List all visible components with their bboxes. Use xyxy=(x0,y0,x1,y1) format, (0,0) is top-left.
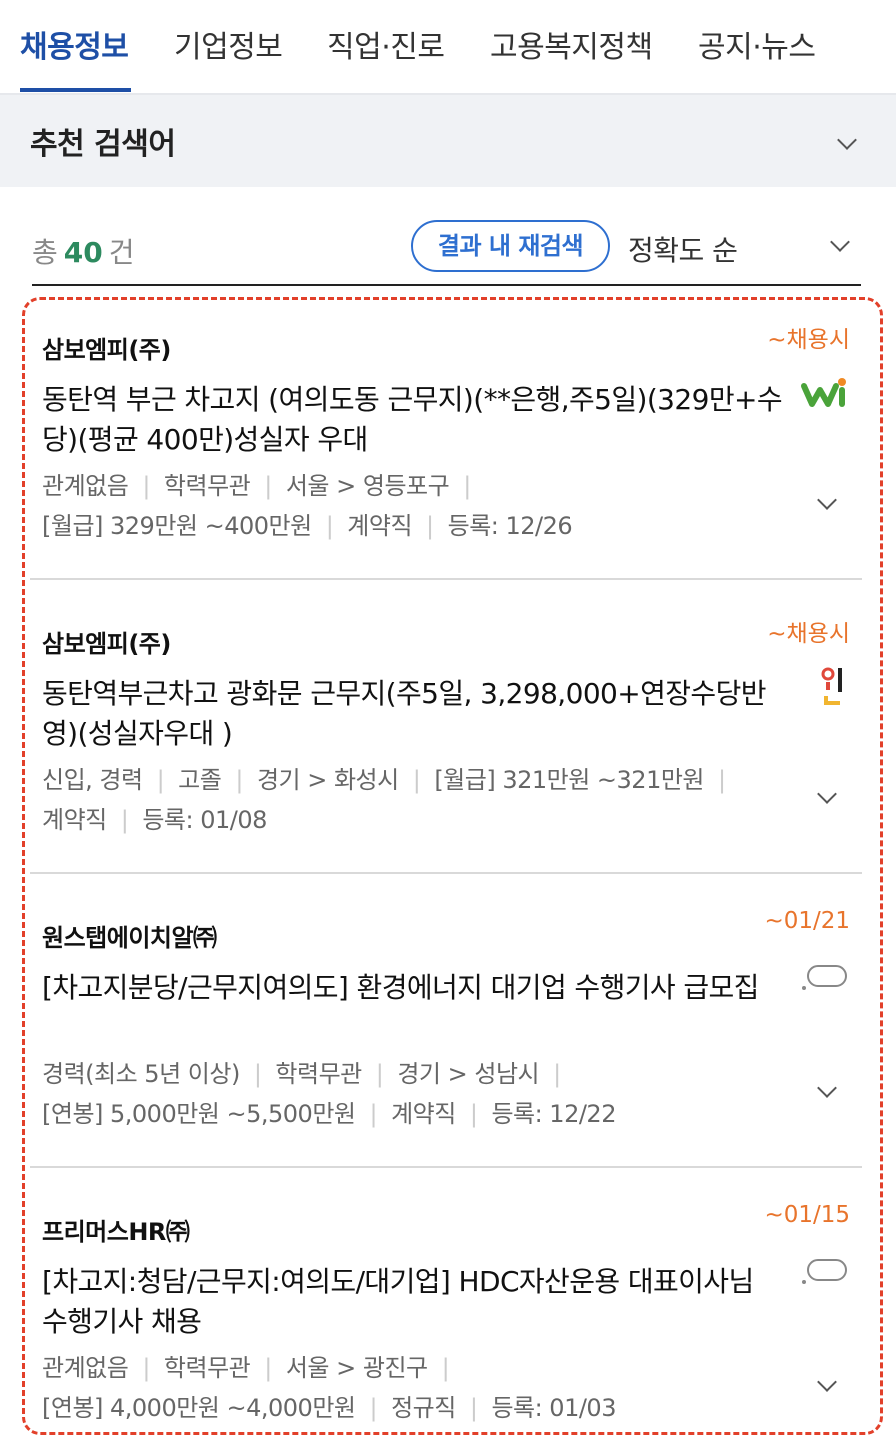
registration-date: 등록: 12/22 xyxy=(491,1100,616,1128)
chevron-down-icon[interactable] xyxy=(817,490,837,510)
sort-select[interactable]: 정확도 순 xyxy=(628,229,738,269)
registration-date: 등록: 01/03 xyxy=(491,1394,616,1422)
total-prefix: 총 xyxy=(32,236,58,269)
job-list-item[interactable]: 프리머스HR㈜ ~01/15 [차고지:청담/근무지:여의도/대기업] HDC자… xyxy=(30,1182,862,1432)
career-requirement: 관계없음 xyxy=(42,1354,129,1382)
salary: [월급] 329만원 ~400만원 xyxy=(42,512,312,540)
list-divider xyxy=(30,1166,862,1168)
employment-type: 계약직 xyxy=(347,512,413,540)
chevron-down-icon[interactable] xyxy=(817,1372,837,1392)
chevron-down-icon[interactable] xyxy=(837,130,857,150)
speech-bubble-logo-icon xyxy=(802,1259,847,1284)
location: 서울 > 영등포구 xyxy=(285,472,450,500)
search-within-results-button[interactable]: 결과 내 재검색 xyxy=(411,220,610,272)
result-divider xyxy=(32,284,861,286)
job-title[interactable]: 동탄역 부근 차고지 (여의도동 근무지)(**은행,주5일)(329만+수당)… xyxy=(42,380,783,460)
career-requirement: 신입, 경력 xyxy=(42,766,143,794)
job-title[interactable]: [차고지분당/근무지여의도] 환경에너지 대기업 수행기사 급모집 xyxy=(42,968,782,1008)
job-meta-line-2: [연봉] 4,000만원 ~4,000만원 | 정규직 | 등록: 01/03 xyxy=(42,1394,616,1422)
recommended-search-title: 추천 검색어 xyxy=(30,127,176,162)
job-meta-line-1: 경력(최소 5년 이상) | 학력무관 | 경기 > 성남시 | xyxy=(42,1060,561,1088)
chevron-down-icon[interactable] xyxy=(817,784,837,804)
company-name[interactable]: 원스탭에이치알㈜ xyxy=(42,918,217,953)
deadline-label: ~채용시 xyxy=(767,327,850,353)
speech-bubble-logo-icon xyxy=(802,965,847,990)
job-meta-line-1: 관계없음 | 학력무관 | 서울 > 영등포구 | xyxy=(42,472,471,500)
deadline-label: ~01/21 xyxy=(764,908,850,934)
location: 경기 > 화성시 xyxy=(256,766,399,794)
company-name[interactable]: 삼보엠피(주) xyxy=(42,330,171,365)
registration-date: 등록: 01/08 xyxy=(142,806,267,834)
deadline-label: ~01/15 xyxy=(764,1202,850,1228)
job-meta-line-2: 계약직 | 등록: 01/08 xyxy=(42,806,267,834)
total-count: 총 40 건 xyxy=(32,231,135,271)
job-meta-line-1: 신입, 경력 | 고졸 | 경기 > 화성시 | [월급] 321만원 ~321만원 | xyxy=(42,766,726,794)
job-list-item[interactable]: 삼보엠피(주) ~채용시 동탄역부근차고 광화문 근무지(주5일, 3,298,… xyxy=(30,594,862,888)
job-meta-line-1: 관계없음 | 학력무관 | 서울 > 광진구 | xyxy=(42,1354,450,1382)
employment-type: 계약직 xyxy=(42,806,107,834)
education-requirement: 고졸 xyxy=(178,766,222,794)
company-name[interactable]: 삼보엠피(주) xyxy=(42,624,171,659)
active-tab-indicator xyxy=(20,88,131,92)
career-requirement: 경력(최소 5년 이상) xyxy=(42,1060,240,1088)
tab-company-info[interactable]: 기업정보 xyxy=(174,22,283,66)
list-divider xyxy=(30,578,862,580)
education-requirement: 학력무관 xyxy=(275,1060,362,1088)
job-title[interactable]: 동탄역부근차고 광화문 근무지(주5일, 3,298,000+연장수당반영)(성… xyxy=(42,674,782,754)
education-requirement: 학력무관 xyxy=(163,1354,251,1382)
salary: [연봉] 4,000만원 ~4,000만원 xyxy=(42,1394,356,1422)
total-suffix: 건 xyxy=(108,236,135,269)
tab-career[interactable]: 직업·진로 xyxy=(327,22,445,66)
job-list-item[interactable]: 원스탭에이치알㈜ ~01/21 [차고지분당/근무지여의도] 환경에너지 대기업… xyxy=(30,888,862,1182)
deadline-label: ~채용시 xyxy=(767,621,850,647)
location: 서울 > 광진구 xyxy=(285,1354,428,1382)
result-bar: 총 40 건 결과 내 재검색 정확도 순 xyxy=(32,207,861,287)
recommended-search-bar[interactable]: 추천 검색어 xyxy=(0,95,896,187)
tab-welfare-policy[interactable]: 고용복지정책 xyxy=(490,22,653,66)
company-name[interactable]: 프리머스HR㈜ xyxy=(42,1212,190,1247)
job-meta-line-2: [연봉] 5,000만원 ~5,500만원 | 계약직 | 등록: 12/22 xyxy=(42,1100,616,1128)
salary: [월급] 321만원 ~321만원 xyxy=(434,766,705,794)
employment-type: 계약직 xyxy=(391,1100,456,1128)
salary: [연봉] 5,000만원 ~5,500만원 xyxy=(42,1100,356,1128)
saramin-logo-icon xyxy=(821,667,842,705)
job-title[interactable]: [차고지:청담/근무지:여의도/대기업] HDC자산운용 대표이사님 수행기사 … xyxy=(42,1262,782,1342)
location: 경기 > 성남시 xyxy=(397,1060,540,1088)
chevron-down-icon[interactable] xyxy=(817,1078,837,1098)
total-number: 40 xyxy=(63,236,103,269)
worknet-logo-icon xyxy=(801,378,846,407)
education-requirement: 학력무관 xyxy=(163,472,251,500)
job-list-item[interactable]: 삼보엠피(주) ~채용시 동탄역 부근 차고지 (여의도동 근무지)(**은행,… xyxy=(30,300,862,594)
career-requirement: 관계없음 xyxy=(42,472,129,500)
tab-notice-news[interactable]: 공지·뉴스 xyxy=(698,22,816,66)
tab-job-info[interactable]: 채용정보 xyxy=(20,22,129,66)
list-divider xyxy=(30,872,862,874)
employment-type: 정규직 xyxy=(391,1394,456,1422)
top-tab-bar: 채용정보 기업정보 직업·진로 고용복지정책 공지·뉴스 xyxy=(0,0,896,95)
chevron-down-icon[interactable] xyxy=(830,232,850,252)
registration-date: 등록: 12/26 xyxy=(447,512,573,540)
job-meta-line-2: [월급] 329만원 ~400만원 | 계약직 | 등록: 12/26 xyxy=(42,512,573,540)
